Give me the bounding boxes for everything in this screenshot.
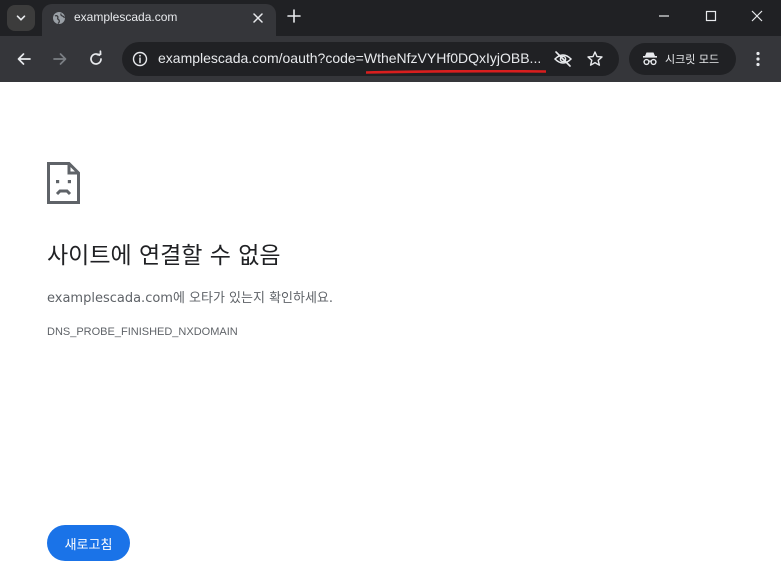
incognito-icon	[643, 52, 657, 66]
close-tab-icon[interactable]	[251, 11, 265, 25]
reload-button[interactable]: 새로고침	[47, 525, 130, 561]
active-tab[interactable]: examplescada.com	[42, 4, 276, 36]
incognito-label: 시크릿 모드	[665, 53, 720, 66]
maximize-icon[interactable]	[704, 9, 718, 23]
globe-icon	[53, 12, 66, 24]
incognito-badge[interactable]: 시크릿 모드	[629, 43, 736, 75]
tab-search-button[interactable]	[7, 5, 35, 31]
tab-title: examplescada.com	[74, 10, 178, 24]
error-code: DNS_PROBE_FINISHED_NXDOMAIN	[47, 326, 238, 338]
red-underline-annotation	[366, 70, 546, 74]
browser-toolbar: examplescada.com/oauth?code=WtheNfzVYHf0…	[0, 36, 781, 82]
title-bar: examplescada.com	[0, 0, 781, 36]
error-page: 사이트에 연결할 수 없음 examplescada.com에 오타가 있는지 …	[0, 82, 781, 580]
new-tab-icon[interactable]	[286, 8, 302, 24]
back-arrow-icon[interactable]	[15, 50, 33, 68]
close-window-icon[interactable]	[750, 9, 764, 23]
address-bar[interactable]: examplescada.com/oauth?code=WtheNfzVYHf0…	[122, 42, 619, 76]
reload-icon[interactable]	[87, 50, 105, 68]
bookmark-star-icon[interactable]	[586, 50, 604, 68]
forward-arrow-icon[interactable]	[51, 50, 69, 68]
url-text[interactable]: examplescada.com/oauth?code=WtheNfzVYHf0…	[158, 50, 547, 66]
chevron-down-icon	[16, 15, 26, 21]
kebab-menu-icon[interactable]	[749, 50, 767, 68]
minimize-icon[interactable]	[657, 9, 671, 23]
error-heading: 사이트에 연결할 수 없음	[47, 243, 281, 269]
error-description: examplescada.com에 오타가 있는지 확인하세요.	[47, 291, 334, 306]
site-info-icon[interactable]	[132, 51, 148, 67]
sad-page-icon	[47, 162, 80, 204]
eye-off-icon[interactable]	[553, 50, 573, 68]
